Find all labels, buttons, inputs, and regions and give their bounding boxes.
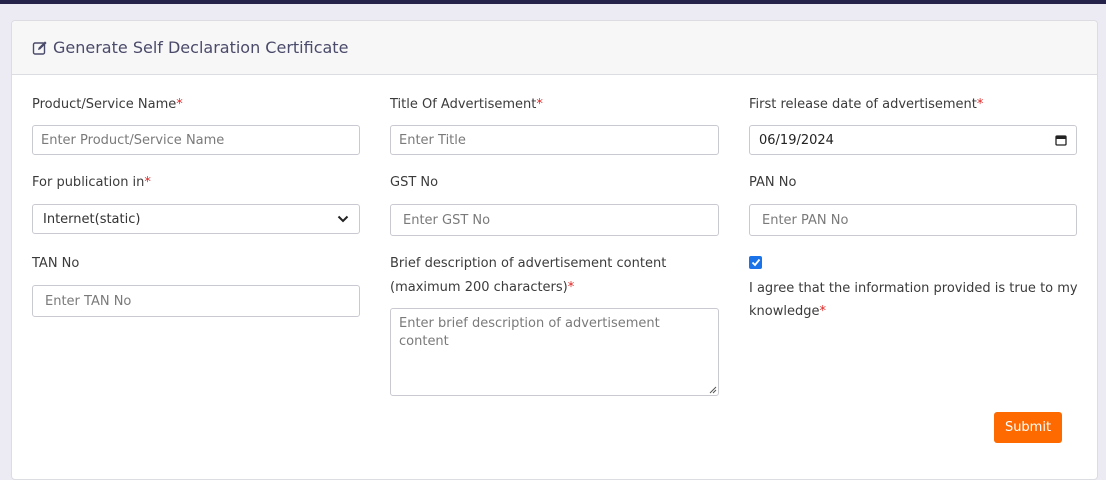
gst-label: GST No: [390, 175, 439, 190]
release-date-label: First release date of advertisement*: [749, 97, 984, 112]
chevron-down-icon: [337, 215, 349, 223]
checkmark-icon: [751, 258, 760, 267]
publication-selected-value: Internet(static): [43, 211, 141, 227]
title-label: Title Of Advertisement*: [390, 97, 543, 112]
product-name-input[interactable]: [32, 125, 360, 155]
description-label-line1: Brief description of advertisement conte…: [390, 256, 667, 271]
product-name-label: Product/Service Name*: [32, 97, 183, 112]
agree-text: I agree that the information provided is…: [749, 281, 1078, 319]
declaration-card: Generate Self Declaration Certificate: [11, 20, 1098, 480]
description-textarea[interactable]: [390, 308, 719, 396]
publication-label: For publication in*: [32, 175, 151, 190]
card-header: Generate Self Declaration Certificate: [12, 21, 1097, 75]
gst-input[interactable]: [390, 204, 719, 236]
resize-handle-icon[interactable]: [709, 386, 717, 394]
pan-label: PAN No: [749, 175, 797, 190]
tan-label: TAN No: [32, 256, 80, 271]
submit-button[interactable]: Submit: [994, 412, 1062, 443]
agree-checkbox[interactable]: [749, 256, 762, 269]
top-bar: [0, 0, 1106, 4]
publication-select[interactable]: Internet(static): [32, 204, 360, 234]
pan-input[interactable]: [749, 204, 1077, 236]
release-date-value: 06/19/2024: [759, 132, 834, 148]
calendar-icon[interactable]: [1055, 134, 1067, 146]
edit-icon: [32, 40, 47, 55]
card-title: Generate Self Declaration Certificate: [53, 38, 349, 57]
title-input[interactable]: [390, 125, 719, 155]
description-label-line2: (maximum 200 characters)*: [390, 280, 575, 295]
tan-input[interactable]: [32, 285, 360, 317]
release-date-input[interactable]: 06/19/2024: [749, 125, 1077, 155]
